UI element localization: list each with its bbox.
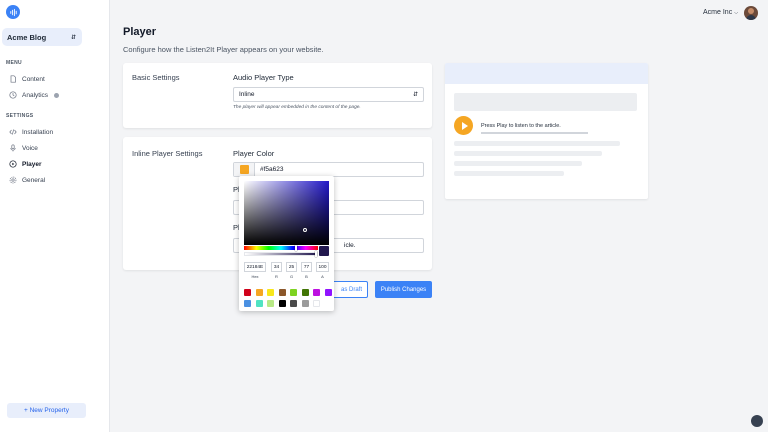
- color-swatch-button[interactable]: [234, 163, 255, 176]
- play-circle-icon: [9, 160, 17, 168]
- color-swatch: [239, 165, 249, 174]
- preset-color-swatch[interactable]: [278, 289, 286, 296]
- green-input[interactable]: 25: [286, 262, 297, 272]
- play-button[interactable]: [454, 116, 473, 135]
- alpha-input[interactable]: 100: [316, 262, 329, 272]
- player-color-label: Player Color: [233, 149, 275, 158]
- publish-changes-button[interactable]: Publish Changes: [375, 281, 432, 298]
- preset-color-swatch[interactable]: [244, 289, 251, 296]
- hue-slider[interactable]: [244, 245, 318, 251]
- listen2it-logo-icon[interactable]: [6, 5, 20, 19]
- preset-color-swatch[interactable]: [313, 289, 320, 296]
- preset-color-swatch[interactable]: [313, 300, 320, 307]
- audio-player-type-value: Inline: [239, 91, 255, 98]
- sidebar-item-label: Voice: [22, 144, 38, 152]
- player-color-value: #f5a623: [260, 166, 284, 173]
- green-label: G: [289, 274, 294, 279]
- preset-color-swatch[interactable]: [267, 300, 274, 307]
- sidebar: Acme Blog ⇵ MENU Content Analytics SETTI…: [0, 0, 110, 432]
- page-subtitle: Configure how the Listen2It Player appea…: [123, 45, 324, 54]
- chevron-down-icon: ⌵: [734, 9, 738, 16]
- sidebar-item-voice[interactable]: Voice: [9, 143, 38, 153]
- page-title: Player: [123, 26, 157, 38]
- preset-color-swatch[interactable]: [267, 289, 274, 296]
- preset-color-swatch[interactable]: [301, 289, 309, 296]
- preset-color-swatch[interactable]: [290, 289, 297, 296]
- player-color-input[interactable]: #f5a623: [233, 162, 424, 177]
- microphone-icon: [9, 144, 17, 152]
- gear-icon: [9, 176, 17, 184]
- preset-color-swatch[interactable]: [255, 289, 263, 296]
- preset-color-swatch[interactable]: [278, 300, 286, 307]
- blue-label: B: [305, 274, 308, 279]
- preview-progress-bar: [481, 132, 588, 134]
- menu-section-label: MENU: [6, 60, 22, 66]
- sidebar-item-installation[interactable]: Installation: [9, 127, 53, 137]
- sidebar-item-content[interactable]: Content: [9, 74, 45, 84]
- org-selector[interactable]: Acme Inc ⌵: [703, 9, 738, 16]
- preview-skeleton: [454, 93, 637, 111]
- property-name: Acme Blog: [7, 32, 47, 42]
- org-name: Acme Inc: [703, 9, 733, 16]
- alpha-label: A: [321, 274, 324, 279]
- beta-badge-icon: [54, 92, 60, 98]
- avatar[interactable]: [744, 6, 758, 20]
- audio-player-type-label: Audio Player Type: [233, 73, 294, 82]
- preview-play-text: Press Play to listen to the article.: [481, 123, 561, 129]
- document-icon: [9, 75, 17, 83]
- inline-settings-heading: Inline Player Settings: [132, 149, 203, 158]
- hex-label: Hex: [251, 274, 259, 279]
- preview-skeleton: [454, 151, 602, 156]
- preset-color-swatch[interactable]: [244, 300, 251, 307]
- new-property-button[interactable]: + New Property: [7, 403, 86, 418]
- preview-skeleton: [454, 161, 582, 166]
- basic-settings-heading: Basic Settings: [132, 73, 180, 82]
- color-picker-popover: 22184E 34 25 77 100 Hex R G B A: [239, 176, 334, 311]
- hue-slider-handle[interactable]: [295, 245, 297, 251]
- sidebar-item-label: Installation: [22, 128, 54, 136]
- preview-skeleton: [454, 171, 564, 176]
- alpha-slider-handle[interactable]: [315, 251, 317, 257]
- hex-input[interactable]: 22184E: [244, 262, 266, 272]
- sidebar-item-general[interactable]: General: [9, 175, 45, 185]
- red-input[interactable]: 34: [271, 262, 282, 272]
- saturation-value-area[interactable]: [244, 181, 329, 245]
- sidebar-item-analytics[interactable]: Analytics: [9, 90, 60, 100]
- settings-section-label: SETTINGS: [6, 113, 34, 119]
- property-selector[interactable]: Acme Blog ⇵: [2, 28, 82, 46]
- sidebar-item-label: Analytics: [22, 91, 49, 99]
- preview-skeleton: [454, 141, 620, 146]
- sidebar-item-label: Player: [22, 160, 42, 168]
- sidebar-item-label: General: [22, 176, 46, 184]
- chevron-up-down-icon: ⇵: [412, 92, 418, 98]
- preset-color-swatch[interactable]: [290, 300, 297, 307]
- sidebar-item-player[interactable]: Player: [9, 159, 42, 169]
- saturation-cursor[interactable]: [303, 228, 307, 232]
- clock-icon: [9, 91, 17, 99]
- chevron-up-down-icon: ⇵: [70, 34, 76, 41]
- preview-header: [445, 63, 648, 84]
- audio-player-type-select[interactable]: Inline ⇵: [233, 87, 424, 102]
- basic-settings-card: Basic Settings Audio Player Type Inline …: [123, 63, 432, 128]
- blue-input[interactable]: 77: [301, 262, 312, 272]
- audio-player-type-help: The player will appear embedded in the c…: [233, 105, 361, 110]
- preset-color-swatch[interactable]: [324, 289, 332, 296]
- code-icon: [9, 128, 17, 136]
- alpha-slider[interactable]: [244, 251, 318, 257]
- preset-color-swatch[interactable]: [255, 300, 263, 307]
- current-color-swatch: [319, 246, 329, 256]
- field-3-value: icle.: [344, 242, 356, 249]
- preset-color-swatch[interactable]: [301, 300, 309, 307]
- chat-widget-icon[interactable]: [751, 415, 763, 427]
- red-label: R: [275, 274, 278, 279]
- sidebar-item-label: Content: [22, 75, 45, 83]
- player-preview: Press Play to listen to the article.: [445, 63, 648, 199]
